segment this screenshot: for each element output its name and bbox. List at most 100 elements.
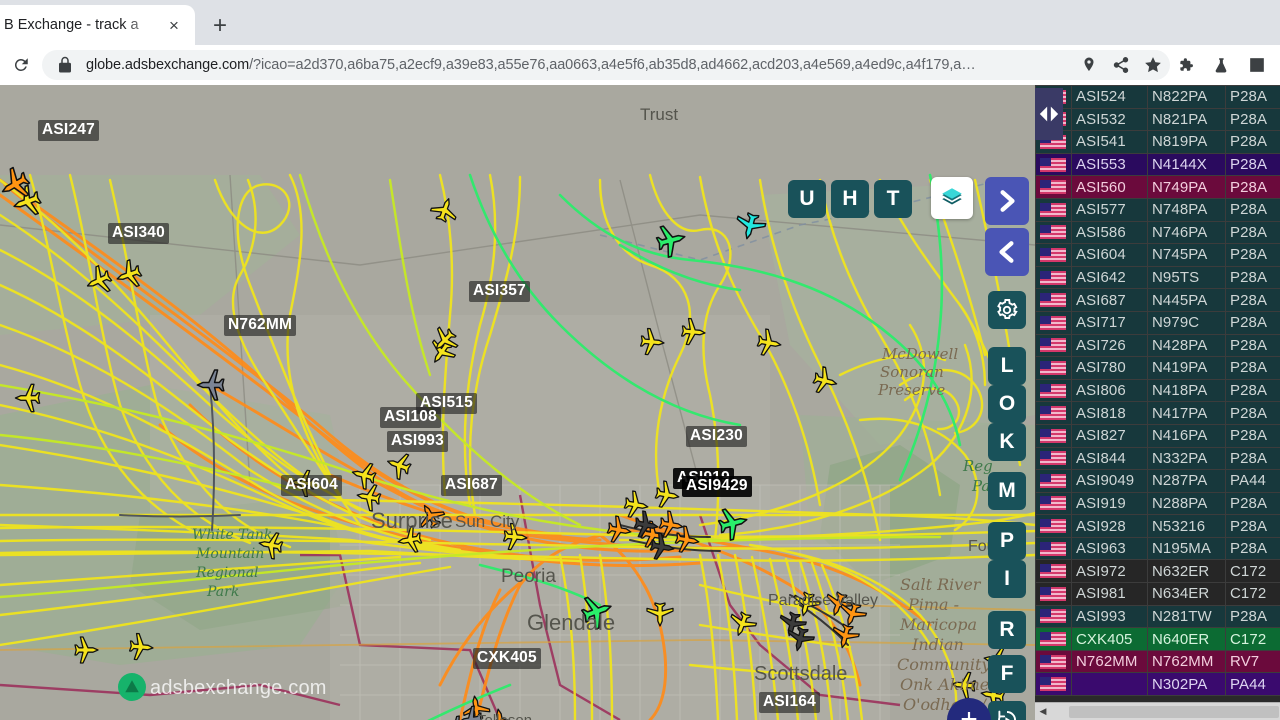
registration-cell[interactable]: N746PA: [1147, 220, 1226, 245]
aircraft-map-label[interactable]: ASI9429: [682, 476, 752, 497]
table-row[interactable]: ASI553 N4144X P28A: [1035, 152, 1280, 177]
layers-icon[interactable]: [931, 177, 973, 219]
registration-cell[interactable]: N819PA: [1147, 130, 1226, 154]
table-row[interactable]: ASI827 N416PA P28A: [1035, 423, 1280, 448]
registration-cell[interactable]: N53216: [1147, 514, 1226, 538]
table-row[interactable]: ASI993 N281TW P28A: [1035, 604, 1280, 629]
aircraft-type-cell[interactable]: P28A: [1225, 378, 1280, 403]
callsign-cell[interactable]: ASI818: [1071, 401, 1148, 425]
map-button-p[interactable]: P: [988, 522, 1026, 560]
registration-cell[interactable]: N749PA: [1147, 175, 1226, 199]
aircraft-type-cell[interactable]: P28A: [1225, 310, 1280, 335]
map-canvas[interactable]: Trust McDowell Sonoran Preserve White Tank Mo…: [0, 85, 1035, 720]
registration-cell[interactable]: N288PA: [1147, 491, 1226, 516]
registration-cell[interactable]: N634ER: [1147, 582, 1226, 606]
registration-cell[interactable]: N745PA: [1147, 243, 1226, 267]
map-button-f[interactable]: F: [988, 655, 1026, 693]
aircraft-type-cell[interactable]: P28A: [1225, 130, 1280, 154]
table-row[interactable]: ASI532 N821PA P28A: [1035, 107, 1280, 132]
table-row[interactable]: ASI844 N332PA P28A: [1035, 446, 1280, 471]
aircraft-type-cell[interactable]: P28A: [1225, 265, 1280, 290]
share-icon[interactable]: [1112, 56, 1130, 74]
map-button-k[interactable]: K: [988, 423, 1026, 461]
table-row[interactable]: ASI642 N95TS P28A: [1035, 265, 1280, 290]
aircraft-type-cell[interactable]: P28A: [1225, 107, 1280, 132]
table-row[interactable]: ASI687 N445PA P28A: [1035, 288, 1280, 312]
profile-square-icon[interactable]: [1248, 56, 1266, 74]
registration-cell[interactable]: N4144X: [1147, 152, 1226, 177]
aircraft-map-label[interactable]: ASI247: [38, 120, 99, 141]
aircraft-type-cell[interactable]: P28A: [1225, 333, 1280, 358]
scroll-left-arrow[interactable]: ◀: [1035, 706, 1051, 717]
map-button-u[interactable]: U: [788, 180, 826, 218]
callsign-cell[interactable]: ASI919: [1071, 491, 1148, 516]
callsign-cell[interactable]: ASI726: [1071, 333, 1148, 358]
scrollbar-thumb[interactable]: [1069, 705, 1279, 718]
registration-cell[interactable]: N95TS: [1147, 265, 1226, 290]
callsign-cell[interactable]: CXK405: [1071, 627, 1148, 651]
map-button-t[interactable]: T: [874, 180, 912, 218]
star-icon[interactable]: [1144, 56, 1162, 74]
callsign-cell[interactable]: N762MM: [1071, 649, 1148, 674]
aircraft-type-cell[interactable]: P28A: [1225, 401, 1280, 425]
registration-cell[interactable]: N195MA: [1147, 536, 1226, 561]
callsign-cell[interactable]: ASI844: [1071, 446, 1148, 471]
registration-cell[interactable]: N640ER: [1147, 627, 1226, 651]
aircraft-map-label[interactable]: ASI357: [469, 281, 530, 302]
aircraft-map-label[interactable]: ASI340: [108, 223, 169, 244]
aircraft-map-label[interactable]: N762MM: [224, 315, 297, 336]
table-row[interactable]: ASI717 N979C P28A: [1035, 310, 1280, 335]
aircraft-type-cell[interactable]: P28A: [1225, 85, 1280, 109]
aircraft-map-label[interactable]: ASI604: [281, 475, 342, 496]
aircraft-type-cell[interactable]: C172: [1225, 582, 1280, 606]
table-row[interactable]: ASI928 N53216 P28A: [1035, 514, 1280, 538]
callsign-cell[interactable]: ASI928: [1071, 514, 1148, 538]
table-row[interactable]: CXK405 N640ER C172: [1035, 627, 1280, 651]
registration-cell[interactable]: N302PA: [1147, 672, 1226, 697]
callsign-cell[interactable]: ASI9049: [1071, 469, 1148, 493]
aircraft-type-cell[interactable]: P28A: [1225, 604, 1280, 629]
aircraft-map-label[interactable]: ASI164: [759, 692, 820, 713]
callsign-cell[interactable]: ASI642: [1071, 265, 1148, 290]
callsign-cell[interactable]: ASI972: [1071, 559, 1148, 584]
callsign-cell[interactable]: [1071, 672, 1148, 697]
puzzle-icon[interactable]: [1176, 56, 1194, 74]
horizontal-scrollbar[interactable]: ◀: [1035, 702, 1280, 720]
registration-cell[interactable]: N428PA: [1147, 333, 1226, 358]
new-tab-button[interactable]: +: [205, 11, 235, 41]
flask-icon[interactable]: [1212, 56, 1230, 74]
browser-tab[interactable]: B Exchange - track a ×: [0, 5, 195, 45]
table-row[interactable]: ASI577 N748PA P28A: [1035, 197, 1280, 222]
aircraft-type-cell[interactable]: P28A: [1225, 446, 1280, 471]
close-icon[interactable]: ×: [163, 14, 185, 36]
table-row[interactable]: ASI818 N417PA P28A: [1035, 401, 1280, 425]
callsign-cell[interactable]: ASI827: [1071, 423, 1148, 448]
map-button-h[interactable]: H: [831, 180, 869, 218]
aircraft-type-cell[interactable]: P28A: [1225, 514, 1280, 538]
table-row[interactable]: ASI780 N419PA P28A: [1035, 356, 1280, 380]
callsign-cell[interactable]: ASI780: [1071, 356, 1148, 380]
registration-cell[interactable]: N748PA: [1147, 197, 1226, 222]
aircraft-type-cell[interactable]: P28A: [1225, 356, 1280, 380]
table-row[interactable]: N762MM N762MM RV7: [1035, 649, 1280, 674]
table-row[interactable]: ASI586 N746PA P28A: [1035, 220, 1280, 245]
registration-cell[interactable]: N287PA: [1147, 469, 1226, 493]
table-row[interactable]: ASI726 N428PA P28A: [1035, 333, 1280, 358]
table-row[interactable]: ASI806 N418PA P28A: [1035, 378, 1280, 403]
chevron-right-icon[interactable]: [985, 177, 1029, 225]
location-pin-icon[interactable]: [1080, 56, 1098, 74]
resize-horizontal-icon[interactable]: [1035, 88, 1063, 140]
table-row[interactable]: ASI981 N634ER C172: [1035, 582, 1280, 606]
aircraft-type-cell[interactable]: RV7: [1225, 649, 1280, 674]
play-circle-icon[interactable]: [988, 701, 1026, 720]
callsign-cell[interactable]: ASI532: [1071, 107, 1148, 132]
aircraft-type-cell[interactable]: P28A: [1225, 197, 1280, 222]
map-button-i[interactable]: I: [988, 560, 1026, 598]
aircraft-type-cell[interactable]: P28A: [1225, 243, 1280, 267]
callsign-cell[interactable]: ASI963: [1071, 536, 1148, 561]
aircraft-type-cell[interactable]: P28A: [1225, 220, 1280, 245]
registration-cell[interactable]: N332PA: [1147, 446, 1226, 471]
aircraft-type-cell[interactable]: P28A: [1225, 175, 1280, 199]
registration-cell[interactable]: N418PA: [1147, 378, 1226, 403]
aircraft-type-cell[interactable]: C172: [1225, 627, 1280, 651]
